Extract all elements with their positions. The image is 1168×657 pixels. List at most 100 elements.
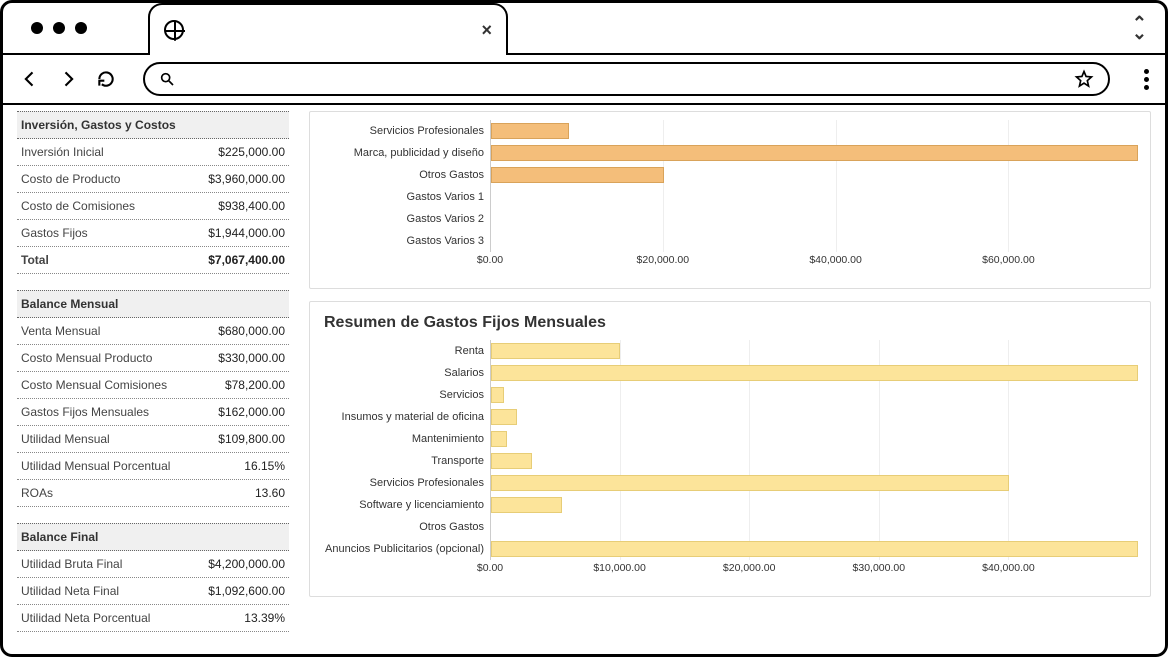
bar-track [490, 472, 1138, 494]
bar-row: Otros Gastos [322, 164, 1138, 186]
bar-category-label: Servicios [322, 389, 490, 401]
bar-category-label: Servicios Profesionales [322, 125, 490, 137]
summary-row-label: ROAs [21, 486, 53, 500]
bar-chart: Renta Salarios Servicios Insumos y material… [322, 340, 1138, 560]
summary-row: Gastos Fijos Mensuales$162,000.00 [17, 399, 289, 426]
summary-row-label: Costo Mensual Producto [21, 351, 152, 365]
axis-tick-label: $30,000.00 [853, 562, 906, 574]
bar-row: Insumos y material de oficina [322, 406, 1138, 428]
summary-row-value: 16.15% [244, 459, 285, 473]
bar-track [490, 340, 1138, 362]
axis-tick-label: $20,000.00 [723, 562, 776, 574]
back-button[interactable] [19, 68, 41, 90]
bar-row: Servicios Profesionales [322, 472, 1138, 494]
bar-track [490, 142, 1138, 164]
menu-button[interactable] [1144, 69, 1149, 90]
bar-category-label: Marca, publicidad y diseño [322, 147, 490, 159]
bookmark-star-icon[interactable] [1074, 69, 1094, 89]
summary-row: Costo Mensual Comisiones$78,200.00 [17, 372, 289, 399]
bar [491, 123, 569, 139]
bar-track [490, 516, 1138, 538]
bar-track [490, 120, 1138, 142]
section-header: Balance Final [17, 523, 289, 551]
axis-tick-label: $0.00 [477, 562, 503, 574]
summary-row: Gastos Fijos $1,944,000.00 [17, 220, 289, 247]
bar-track [490, 230, 1138, 252]
chart-title: Resumen de Gastos Fijos Mensuales [324, 314, 1138, 332]
bar-category-label: Insumos y material de oficina [322, 411, 490, 423]
axis-tick-label: $10,000.00 [593, 562, 646, 574]
reload-button[interactable] [95, 68, 117, 90]
summary-row-label: Costo de Producto [21, 172, 120, 186]
summary-row: Utilidad Bruta Final$4,200,000.00 [17, 551, 289, 578]
tab-close-button[interactable]: × [481, 20, 492, 41]
browser-window: × ⌃⌄ Inversión, Gastos y CostosInversión… [0, 0, 1168, 657]
bar-category-label: Transporte [322, 455, 490, 467]
window-expand-icon[interactable]: ⌃⌄ [1132, 18, 1147, 38]
summary-row-value: $1,944,000.00 [208, 226, 285, 240]
axis-tick-label: $40,000.00 [809, 254, 862, 266]
summary-row-value: $3,960,000.00 [208, 172, 285, 186]
bar-row: Gastos Varios 2 [322, 208, 1138, 230]
summary-row: Venta Mensual $680,000.00 [17, 318, 289, 345]
bar-row: Marca, publicidad y diseño [322, 142, 1138, 164]
globe-icon [164, 20, 184, 40]
section-header: Balance Mensual [17, 290, 289, 318]
browser-navbar [3, 55, 1165, 105]
x-axis: $0.00$20,000.00$40,000.00$60,000.00 [490, 252, 1138, 270]
bar-row: Gastos Varios 3 [322, 230, 1138, 252]
window-close-dot[interactable] [31, 22, 43, 34]
charts-area: Servicios Profesionales Marca, publicidad… [309, 111, 1151, 640]
summary-row: Utilidad Mensual Porcentual 16.15% [17, 453, 289, 480]
bar [491, 497, 562, 513]
summary-row-value: $225,000.00 [218, 145, 285, 159]
summary-row-label: Utilidad Mensual Porcentual [21, 459, 170, 473]
summary-row-value: $680,000.00 [218, 324, 285, 338]
bar-category-label: Renta [322, 345, 490, 357]
summary-row-label: Inversión Inicial [21, 145, 104, 159]
bar [491, 541, 1138, 557]
bar-row: Otros Gastos [322, 516, 1138, 538]
bar-category-label: Otros Gastos [322, 521, 490, 533]
bar-row: Transporte [322, 450, 1138, 472]
bar-row: Mantenimiento [322, 428, 1138, 450]
page-content: Inversión, Gastos y CostosInversión Inic… [3, 105, 1165, 654]
summary-row: ROAs 13.60 [17, 480, 289, 507]
bar [491, 475, 1009, 491]
bar-track [490, 186, 1138, 208]
url-bar[interactable] [143, 62, 1110, 96]
chart-card: Resumen de Gastos Fijos Mensuales Renta Sa… [309, 301, 1151, 597]
bar-category-label: Mantenimiento [322, 433, 490, 445]
x-axis: $0.00$10,000.00$20,000.00$30,000.00$40,0… [490, 560, 1138, 578]
bar-track [490, 208, 1138, 230]
bar-row: Renta [322, 340, 1138, 362]
url-input[interactable] [185, 72, 1064, 87]
axis-tick-label: $40,000.00 [982, 562, 1035, 574]
bar-category-label: Gastos Varios 2 [322, 213, 490, 225]
window-max-dot[interactable] [75, 22, 87, 34]
summary-row: Total$7,067,400.00 [17, 247, 289, 274]
summary-row-label: Gastos Fijos [21, 226, 88, 240]
summary-row: Costo de Comisiones$938,400.00 [17, 193, 289, 220]
summary-row: Utilidad Neta Final$1,092,600.00 [17, 578, 289, 605]
forward-button[interactable] [57, 68, 79, 90]
bar-category-label: Anuncios Publicitarios (opcional) [322, 543, 490, 555]
bar-row: Servicios Profesionales [322, 120, 1138, 142]
summary-row-label: Utilidad Mensual [21, 432, 110, 446]
bar-row: Servicios [322, 384, 1138, 406]
window-min-dot[interactable] [53, 22, 65, 34]
bar [491, 387, 504, 403]
bar-row: Anuncios Publicitarios (opcional) [322, 538, 1138, 560]
axis-tick-label: $60,000.00 [982, 254, 1035, 266]
bar [491, 167, 664, 183]
browser-tab[interactable]: × [148, 3, 508, 55]
bar-row: Salarios [322, 362, 1138, 384]
bar-track [490, 494, 1138, 516]
window-controls[interactable] [31, 22, 87, 34]
browser-titlebar: × ⌃⌄ [3, 3, 1165, 55]
summary-row-value: $1,092,600.00 [208, 584, 285, 598]
bar-track [490, 164, 1138, 186]
summary-row-value: 13.60 [255, 486, 285, 500]
summary-row-label: Venta Mensual [21, 324, 100, 338]
axis-tick-label: $20,000.00 [637, 254, 690, 266]
